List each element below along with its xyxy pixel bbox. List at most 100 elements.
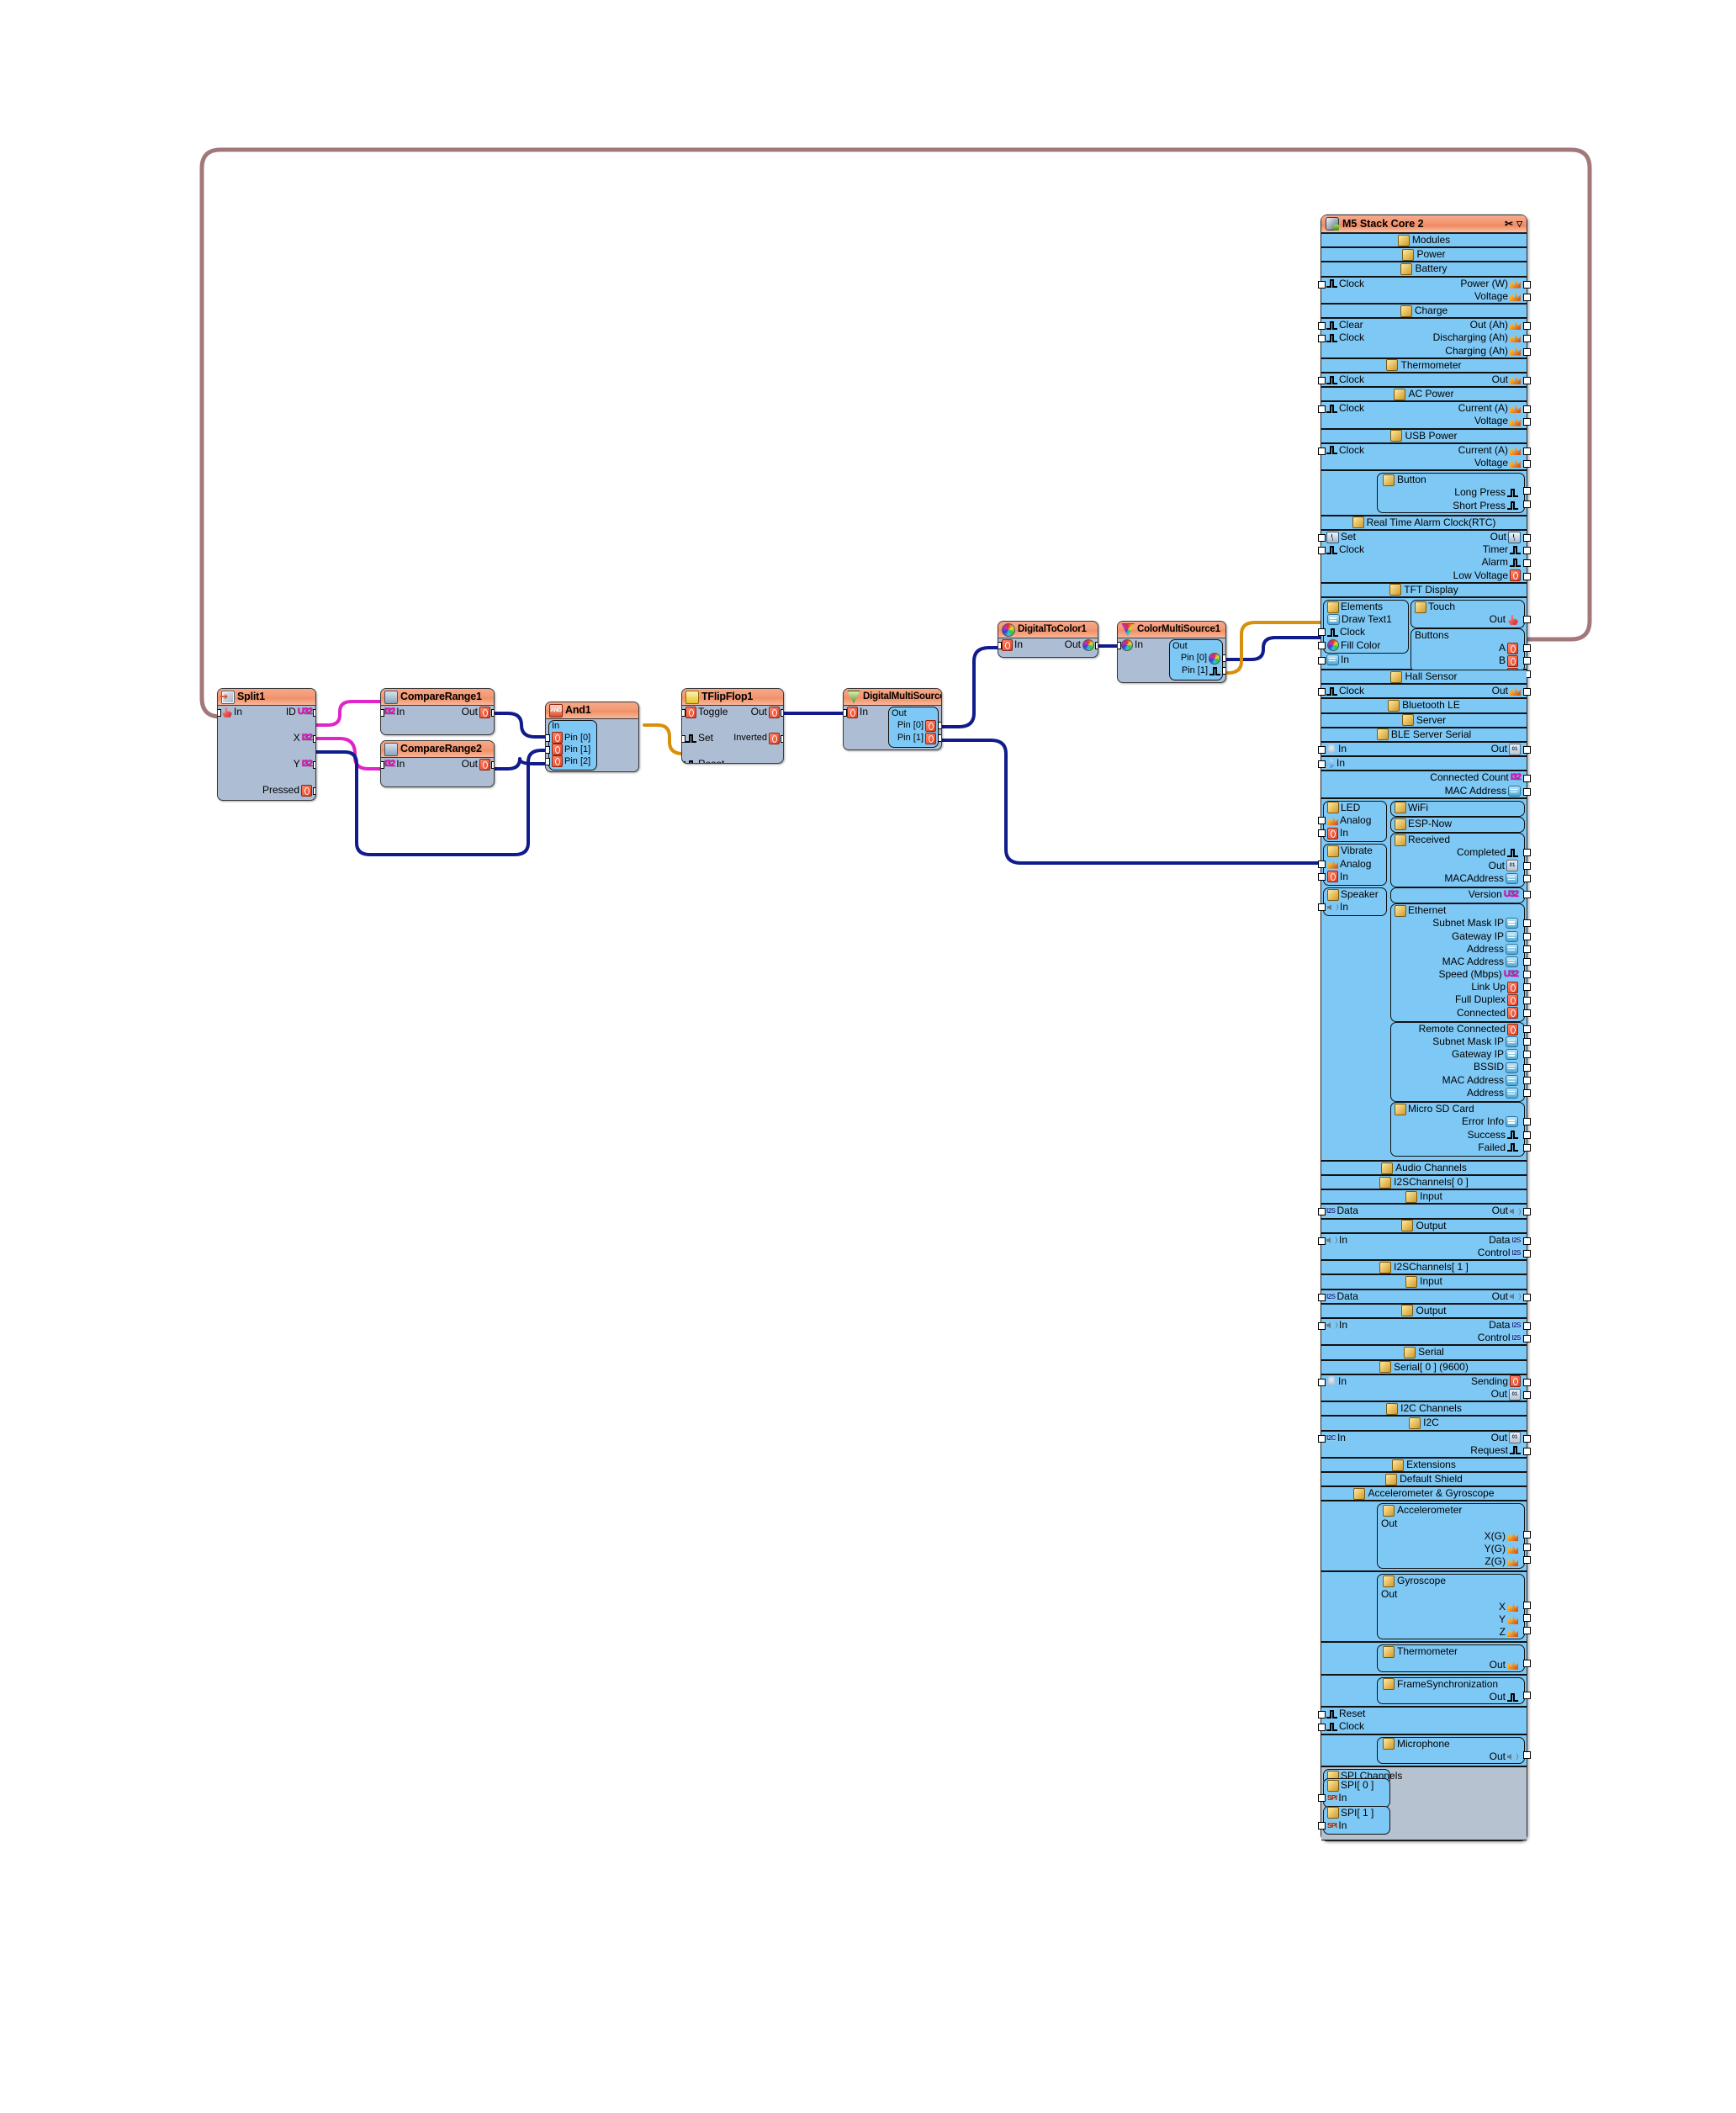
m5-panel-header[interactable]: M5 Stack Core 2 ✂ ▽ (1321, 215, 1527, 233)
port-pin[interactable] (1317, 816, 1326, 824)
node-tflipflop1[interactable]: TFlipFlop1 Toggle Out Set Inverted Reset (681, 688, 784, 764)
port-pin[interactable] (1522, 1051, 1531, 1059)
port-pin[interactable] (998, 642, 1002, 649)
port-pin[interactable] (1522, 572, 1531, 580)
port-pin[interactable] (1522, 983, 1531, 992)
port-pin[interactable] (682, 709, 685, 717)
port-pin[interactable] (1094, 642, 1098, 649)
port-pin[interactable] (1522, 418, 1531, 426)
port-pin[interactable] (1221, 667, 1225, 675)
port-pin[interactable] (1317, 760, 1326, 769)
port-pin[interactable] (1522, 919, 1531, 928)
port-pin[interactable] (1522, 405, 1531, 414)
port-pin[interactable] (1522, 487, 1531, 495)
port-pin[interactable] (1522, 1063, 1531, 1072)
port-pin[interactable] (1522, 945, 1531, 953)
port-pin[interactable] (312, 787, 315, 795)
node-comparerange2[interactable]: CompareRange2 I32 In Out (380, 740, 495, 787)
port-pin[interactable] (1522, 1293, 1531, 1301)
port-pin[interactable] (546, 758, 550, 765)
port-pin[interactable] (937, 722, 941, 729)
port-pin[interactable] (312, 761, 315, 769)
port-pin[interactable] (1522, 280, 1531, 289)
port-pin[interactable] (1522, 1390, 1531, 1399)
port-pin[interactable] (1522, 347, 1531, 356)
port-pin[interactable] (1317, 1821, 1326, 1830)
node-digitaltocolor1[interactable]: DigitalToColor1 In Out (998, 621, 1098, 658)
port-pin[interactable] (1522, 1335, 1531, 1343)
port-pin[interactable] (1522, 547, 1531, 555)
port-pin[interactable] (1522, 688, 1531, 696)
port-pin[interactable] (1522, 335, 1531, 343)
port-pin[interactable] (1317, 1711, 1326, 1719)
port-pin[interactable] (490, 709, 494, 717)
port-pin[interactable] (1522, 1076, 1531, 1084)
port-pin[interactable] (1522, 447, 1531, 455)
node-header[interactable]: CompareRange2 (381, 741, 494, 758)
port-pin[interactable] (1522, 534, 1531, 543)
port-pin[interactable] (1522, 1322, 1531, 1330)
port-pin[interactable] (937, 734, 941, 742)
port-pin[interactable] (1522, 1659, 1531, 1667)
port-pin[interactable] (1522, 745, 1531, 754)
port-pin[interactable] (1317, 641, 1326, 649)
node-header[interactable]: TFlipFlop1 (682, 689, 783, 706)
port-pin[interactable] (1317, 860, 1326, 868)
port-pin[interactable] (1522, 1750, 1531, 1759)
node-header[interactable]: Split1 (218, 689, 315, 706)
port-pin[interactable] (1522, 1143, 1531, 1152)
node-header[interactable]: AND And1 (546, 702, 638, 719)
port-pin[interactable] (1522, 849, 1531, 857)
port-pin[interactable] (1221, 654, 1225, 662)
port-pin[interactable] (1522, 1614, 1531, 1623)
port-pin[interactable] (780, 735, 783, 743)
port-pin[interactable] (546, 746, 550, 754)
port-pin[interactable] (1522, 787, 1531, 796)
port-pin[interactable] (1522, 1009, 1531, 1017)
port-pin[interactable] (1522, 1447, 1531, 1455)
port-pin[interactable] (381, 709, 384, 717)
port-pin[interactable] (1522, 322, 1531, 331)
port-pin[interactable] (1522, 616, 1531, 624)
port-pin[interactable] (1522, 1627, 1531, 1635)
port-pin[interactable] (1522, 1556, 1531, 1565)
node-header[interactable]: DigitalToColor1 (998, 622, 1098, 638)
port-pin[interactable] (1317, 628, 1326, 637)
port-pin[interactable] (1317, 1724, 1326, 1732)
port-pin[interactable] (1317, 872, 1326, 881)
port-pin[interactable] (1522, 1601, 1531, 1609)
port-pin[interactable] (1522, 1378, 1531, 1386)
port-pin[interactable] (1522, 874, 1531, 882)
node-header[interactable]: CompareRange1 (381, 689, 494, 706)
port-pin[interactable] (1522, 559, 1531, 568)
port-pin[interactable] (1522, 1118, 1531, 1126)
port-pin[interactable] (1522, 1250, 1531, 1258)
port-pin[interactable] (1317, 903, 1326, 912)
node-digitalmultisource1[interactable]: DigitalMultiSource1 In Out Pin [0] Pin [… (843, 688, 942, 750)
port-pin[interactable] (1522, 996, 1531, 1004)
port-pin[interactable] (780, 709, 783, 717)
node-header[interactable]: DigitalMultiSource1 (844, 689, 941, 706)
port-pin[interactable] (1522, 376, 1531, 384)
port-pin[interactable] (1522, 1237, 1531, 1245)
port-pin[interactable] (218, 709, 221, 717)
port-pin[interactable] (1522, 932, 1531, 940)
port-pin[interactable] (1522, 971, 1531, 979)
port-pin[interactable] (1522, 1208, 1531, 1216)
port-pin[interactable] (1522, 1692, 1531, 1700)
port-pin[interactable] (1522, 1434, 1531, 1443)
port-pin[interactable] (1317, 657, 1326, 665)
flow-canvas[interactable]: Split1 In ID U32 X I32 Y I32 Pressed Com… (0, 0, 1736, 2113)
port-pin[interactable] (682, 735, 685, 743)
port-pin[interactable] (1522, 1530, 1531, 1538)
port-pin[interactable] (1522, 890, 1531, 898)
node-header[interactable]: ColorMultiSource1 (1118, 622, 1225, 638)
chevron-down-icon[interactable]: ▽ (1516, 215, 1522, 232)
port-pin[interactable] (1118, 642, 1121, 649)
tools-icon[interactable]: ✂ (1505, 215, 1513, 232)
port-pin[interactable] (490, 761, 494, 769)
port-pin[interactable] (1522, 293, 1531, 301)
port-pin[interactable] (1522, 1038, 1531, 1046)
port-pin[interactable] (1522, 861, 1531, 870)
port-pin[interactable] (1522, 1088, 1531, 1097)
